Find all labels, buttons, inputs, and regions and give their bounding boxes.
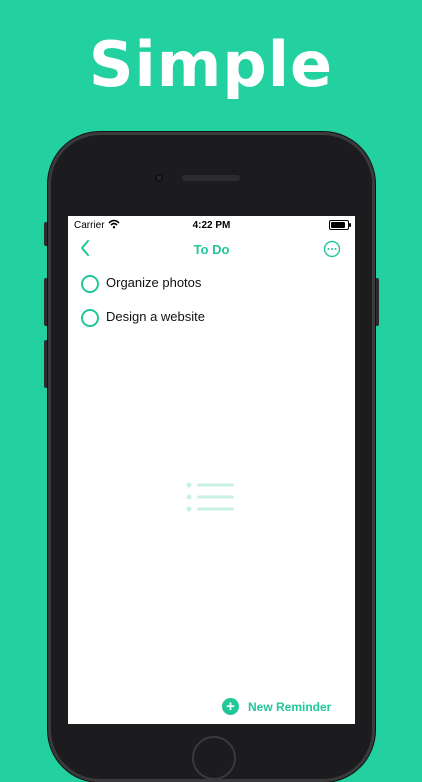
- navigation-bar: To Do: [68, 238, 355, 262]
- list-item[interactable]: Organize photos: [68, 272, 355, 306]
- new-reminder-label: New Reminder: [248, 700, 332, 714]
- list-item[interactable]: Design a website: [68, 306, 355, 340]
- checkbox-circle-icon[interactable]: [81, 309, 99, 327]
- reminder-list: Organize photos Design a website: [68, 272, 355, 340]
- phone-screen: Carrier 4:22 PM To Do Organize photos De…: [68, 216, 355, 724]
- earpiece-speaker: [182, 175, 240, 181]
- promo-headline: Simple: [88, 28, 334, 101]
- status-bar: Carrier 4:22 PM: [68, 216, 355, 234]
- reminder-title: Organize photos: [106, 275, 202, 290]
- front-camera: [155, 174, 163, 182]
- battery-icon: [329, 220, 351, 230]
- plus-circle-icon: +: [222, 698, 239, 715]
- home-button: [192, 736, 236, 780]
- page-title: To Do: [193, 242, 230, 257]
- list-icon: [186, 481, 236, 517]
- status-time: 4:22 PM: [192, 220, 231, 231]
- checkbox-circle-icon[interactable]: [81, 275, 99, 293]
- ellipsis-circle-icon[interactable]: [323, 240, 341, 258]
- reminder-title: Design a website: [106, 309, 205, 324]
- power-button: [375, 278, 379, 326]
